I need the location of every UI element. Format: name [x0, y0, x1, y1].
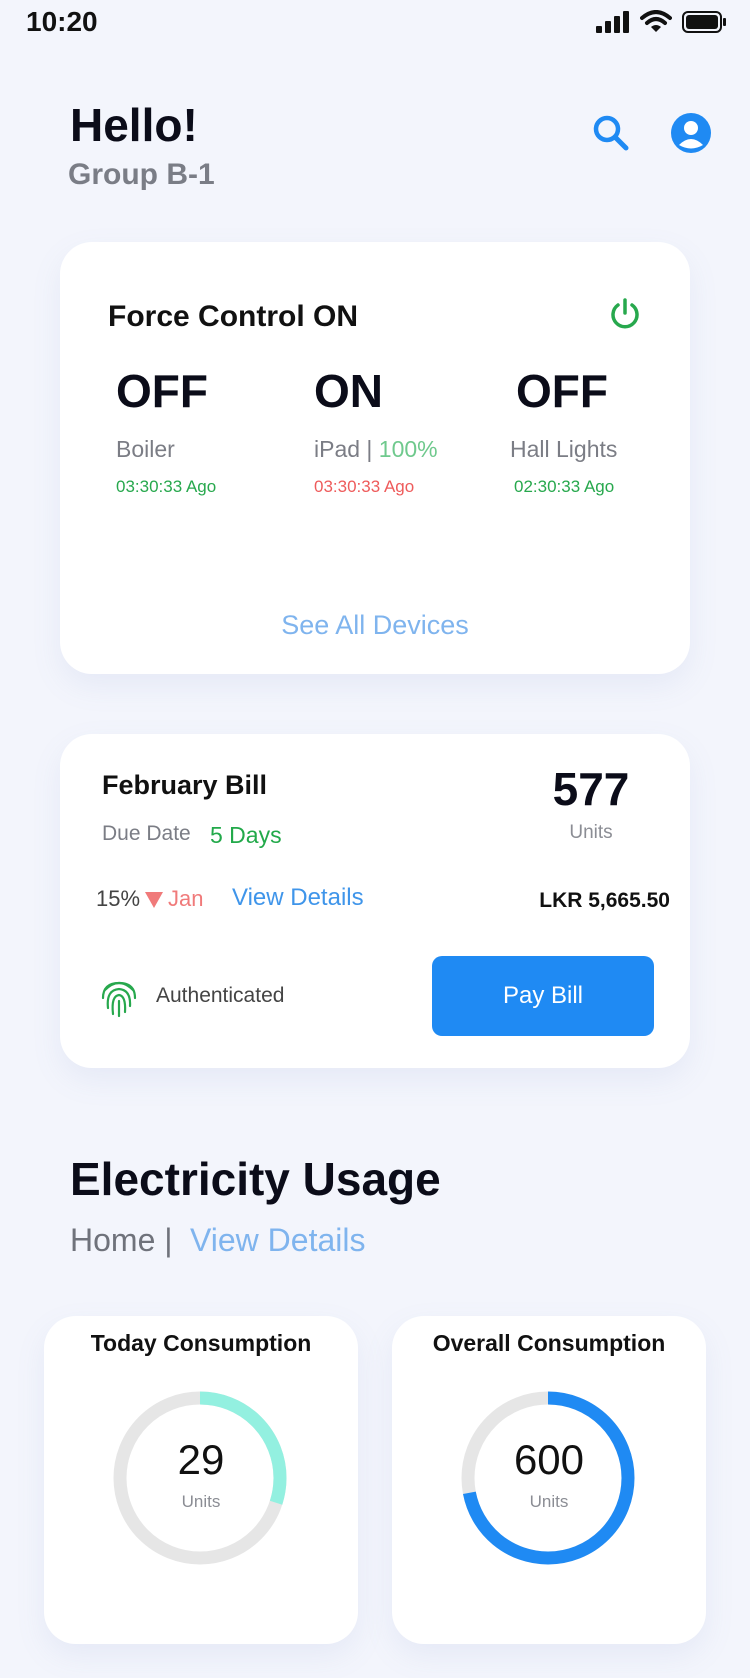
device-name-label: Boiler — [116, 436, 175, 462]
power-button[interactable] — [608, 296, 642, 330]
device-ipad[interactable]: ON iPad | 100% 03:30:33 Ago — [314, 364, 494, 497]
change-percent: 15% — [96, 886, 141, 911]
device-state: OFF — [116, 365, 208, 417]
due-date-label: Due Date — [102, 822, 191, 845]
device-name: Boiler — [116, 436, 296, 463]
device-name-label: iPad | — [314, 436, 379, 462]
search-button[interactable] — [590, 112, 632, 154]
device-boiler[interactable]: OFF Boiler 03:30:33 Ago — [116, 364, 296, 497]
due-date-value: 5 Days — [210, 822, 282, 848]
device-time: 03:30:33 Ago — [314, 477, 415, 496]
battery-percent: 100% — [378, 436, 438, 462]
force-control-title: Force Control ON — [108, 300, 359, 333]
usage-view-details-link[interactable]: View Details — [190, 1222, 365, 1259]
bill-view-details-link[interactable]: View Details — [232, 884, 364, 912]
search-icon — [593, 115, 629, 151]
bill-title: February Bill — [102, 770, 268, 800]
overall-consumption-card[interactable]: Overall Consumption 600 Units — [392, 1316, 706, 1644]
device-name-label: Hall Lights — [510, 436, 618, 462]
force-control-card: Force Control ON OFF Boiler 03:30:33 Ago… — [60, 242, 690, 674]
change-month: Jan — [168, 886, 204, 911]
device-state: OFF — [516, 365, 608, 417]
device-name: iPad | 100% — [314, 436, 494, 463]
status-time: 10:20 — [26, 6, 98, 37]
today-consumption-unit: Units — [181, 1492, 221, 1511]
power-icon — [611, 298, 639, 329]
bill-units-value: 577 — [552, 763, 630, 815]
see-all-devices-link[interactable]: See All Devices — [60, 610, 690, 641]
today-consumption-title: Today Consumption — [90, 1330, 312, 1356]
overall-consumption-unit: Units — [529, 1492, 569, 1511]
device-name: Hall Lights — [510, 436, 690, 463]
bill-amount: LKR 5,665.50 — [539, 889, 670, 912]
bill-units-label: Units — [569, 822, 613, 843]
usage-home-label: Home | — [70, 1222, 173, 1258]
device-time: 02:30:33 Ago — [514, 477, 615, 496]
usage-title: Electricity Usage — [70, 1153, 441, 1205]
decrease-arrow-icon — [145, 892, 163, 908]
pay-bill-button[interactable]: Pay Bill — [432, 956, 654, 1036]
device-time: 03:30:33 Ago — [116, 477, 217, 496]
user-icon — [671, 113, 711, 153]
status-icons — [596, 10, 728, 34]
wifi-icon — [640, 10, 672, 32]
overall-consumption-value: 600 — [513, 1436, 585, 1483]
signal-icon — [596, 11, 629, 33]
authenticated-label: Authenticated — [156, 984, 285, 1007]
battery-icon — [682, 11, 726, 33]
today-consumption-value: 29 — [177, 1436, 225, 1483]
today-consumption-card[interactable]: Today Consumption 29 Units — [44, 1316, 358, 1644]
profile-button[interactable] — [670, 112, 712, 154]
bill-card: February Bill Due Date 5 Days 577 Units … — [60, 734, 690, 1068]
fingerprint-icon — [101, 981, 137, 1018]
device-hall-lights[interactable]: OFF Hall Lights 02:30:33 Ago — [510, 364, 690, 497]
greeting-title: Hello! — [70, 99, 198, 151]
overall-consumption-title: Overall Consumption — [432, 1330, 666, 1356]
device-state: ON — [314, 365, 383, 417]
group-subtitle: Group B-1 — [68, 158, 215, 191]
